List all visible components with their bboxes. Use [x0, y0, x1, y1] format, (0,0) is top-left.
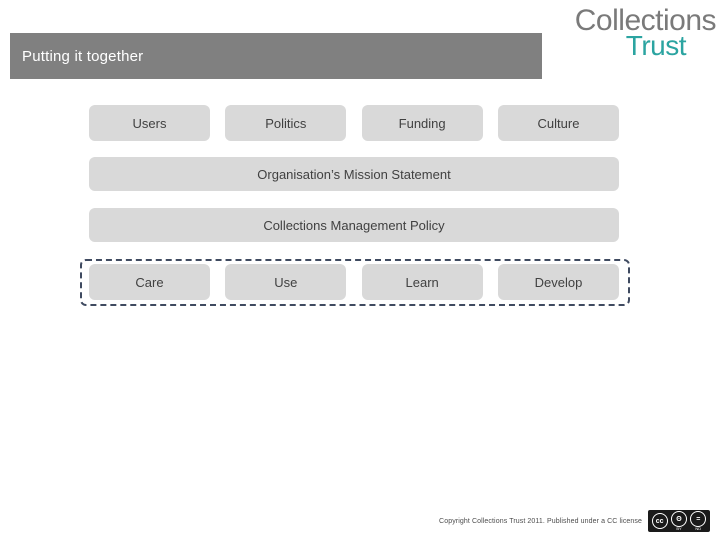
cc-nd-icon: =: [690, 511, 707, 527]
diagram-box-politics[interactable]: Politics: [225, 105, 347, 141]
slide: Collections Trust Putting it together Us…: [0, 0, 720, 540]
diagram-row-activities: Care Use Learn Develop: [89, 264, 619, 300]
diagram-box-use[interactable]: Use: [225, 264, 347, 300]
diagram-box-culture[interactable]: Culture: [497, 105, 619, 141]
copyright-text: Copyright Collections Trust 2011. Publis…: [439, 517, 642, 525]
creative-commons-badge[interactable]: cc ʘ BY = ND: [648, 510, 710, 532]
diagram-box-mission-statement[interactable]: Organisation’s Mission Statement: [89, 157, 619, 191]
diagram-box-users[interactable]: Users: [89, 105, 210, 141]
cc-by-caption: BY: [676, 526, 682, 531]
cc-by-slot: ʘ BY: [670, 511, 687, 531]
cc-nd-caption: ND: [695, 526, 702, 531]
slide-footer: Copyright Collections Trust 2011. Publis…: [370, 508, 710, 534]
diagram-box-learn[interactable]: Learn: [361, 264, 483, 300]
diagram-box-care[interactable]: Care: [89, 264, 210, 300]
cc-icon: cc: [651, 513, 668, 529]
diagram-row-mission: Organisation’s Mission Statement: [89, 157, 619, 191]
diagram-box-funding[interactable]: Funding: [361, 105, 483, 141]
diagram-row-policy: Collections Management Policy: [89, 208, 619, 242]
diagram-box-develop[interactable]: Develop: [497, 264, 619, 300]
collections-management-diagram: Users Politics Funding Culture Organisat…: [0, 0, 720, 320]
cc-nd-slot: = ND: [690, 511, 707, 531]
diagram-row-drivers: Users Politics Funding Culture: [89, 105, 619, 141]
cc-by-icon: ʘ: [670, 511, 687, 527]
diagram-box-collections-management-policy[interactable]: Collections Management Policy: [89, 208, 619, 242]
